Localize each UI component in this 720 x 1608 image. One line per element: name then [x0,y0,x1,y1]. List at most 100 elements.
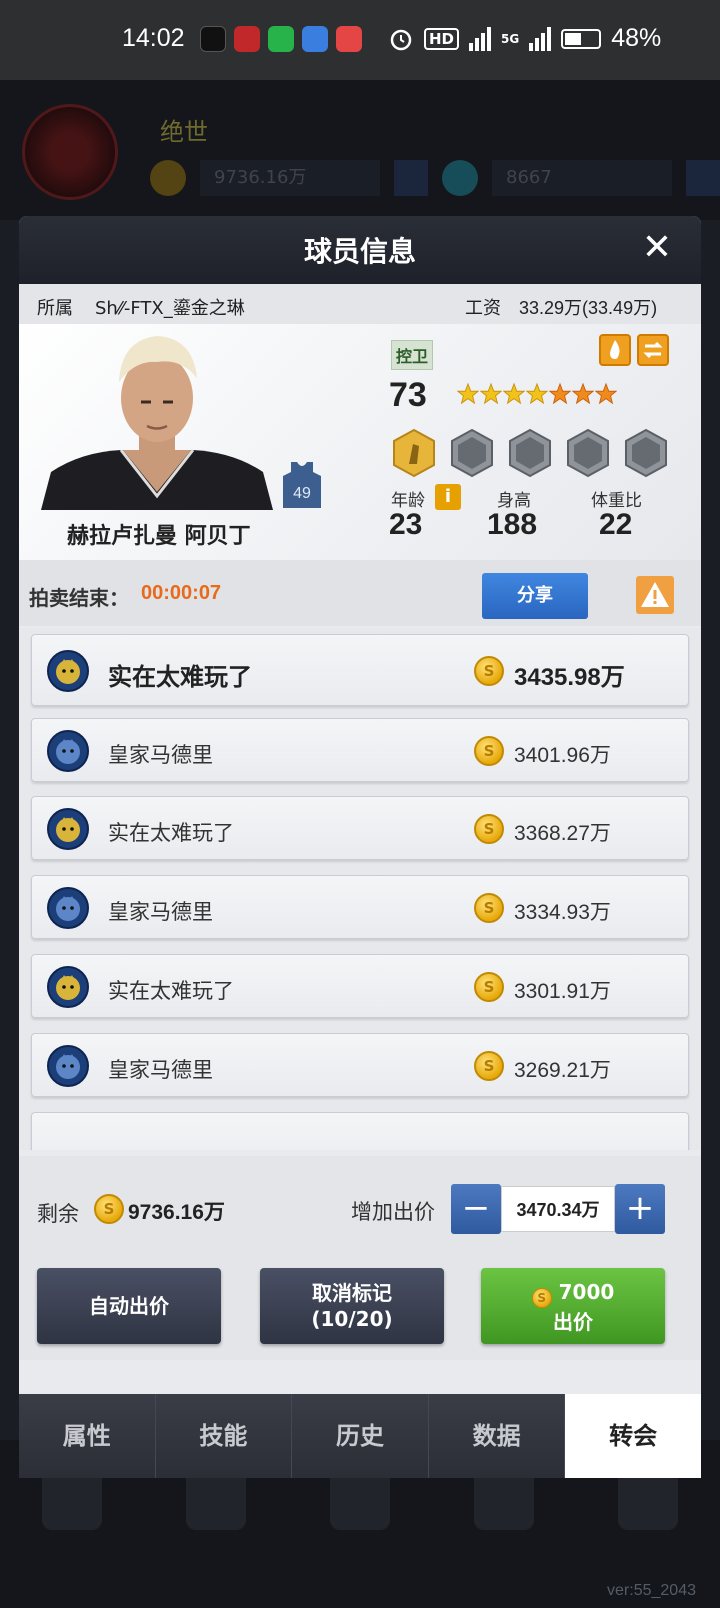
nav-icon [618,1470,678,1530]
add-coins-button [394,160,428,196]
coin-icon: S [474,656,504,686]
hd-icon: HD [424,27,460,50]
tab-attributes[interactable]: 属性 [19,1394,156,1478]
nav-icon [330,1470,390,1530]
place-bid-button[interactable]: S 7000 出价 [481,1268,665,1344]
warning-icon [641,582,669,607]
star-icon [549,382,571,405]
share-button[interactable]: 分享 [482,573,588,619]
app-icon [336,26,362,52]
background-nav-icons [0,1470,720,1530]
coin-icon: S [474,814,504,844]
player-name: 赫拉卢扎曼 阿贝丁 [67,524,251,549]
bid-amount-input[interactable]: 3470.34万 [501,1186,615,1232]
app-icon [268,26,294,52]
age-value: 23 [389,508,423,541]
background-currency-row: 9736.16万 8667 [150,160,720,196]
unmark-label: 取消标记 [312,1281,392,1305]
club-logo [22,104,118,200]
tiger-logo-icon [47,966,89,1008]
auction-row: 拍卖结束： 00:00:07 分享 [19,560,701,626]
star-rating [457,382,617,406]
increase-bid-button[interactable]: + [615,1184,665,1234]
star-icon [457,382,479,405]
tab-skills[interactable]: 技能 [156,1394,293,1478]
nav-icon [186,1470,246,1530]
badge-empty-icon [451,428,493,478]
fire-icon[interactable] [599,334,631,366]
owner-value: Sh⁄⁄-FTX_鎏金之琳 [95,298,245,319]
tiger-logo-icon [47,650,89,692]
bid-cost-value: 7000 [558,1280,615,1304]
coin-icon: S [94,1194,124,1224]
add-gems-button [686,160,720,196]
weight-value: 22 [599,508,633,541]
player-info-modal: 球员信息 ✕ 所属 Sh⁄⁄-FTX_鎏金之琳 工资 33.29万(33.49万… [19,216,701,1478]
tab-transfer[interactable]: 转会 [565,1394,701,1478]
position-tag: 控卫 [391,340,434,370]
bid-cost: S 7000 [481,1278,665,1308]
coin-icon: S [474,972,504,1002]
app-icon [302,26,328,52]
badge-empty-icon [625,428,667,478]
auction-end-label: 拍卖结束： [29,586,129,610]
bid-amount: 3334.93万 [514,901,611,924]
coin-icon: S [474,736,504,766]
nav-icon [42,1470,102,1530]
jersey-number: 49 [293,485,311,502]
status-time: 14:02 [122,24,185,52]
bid-row: 皇家马德里 S 3401.96万 [31,718,689,782]
notification-icons [200,26,362,52]
coin-icon: S [474,893,504,923]
wolf-logo-icon [47,887,89,929]
player-rating: 73 [389,376,427,414]
close-button[interactable]: ✕ [637,228,677,268]
star-icon [526,382,548,405]
badge-empty-icon [509,428,551,478]
bid-amount: 3301.91万 [514,980,611,1003]
unmark-button[interactable]: 取消标记 (10/20) [260,1268,444,1344]
bid-row-partial [31,1112,689,1150]
remaining-value: 9736.16万 [128,1201,225,1224]
tab-bar: 属性 技能 历史 数据 转会 [19,1394,701,1478]
background-gems: 8667 [492,160,672,196]
signal-icon [469,26,492,51]
bid-team-name: 实在太难玩了 [108,979,234,1003]
modal-title: 球员信息 [303,235,416,268]
raise-label: 增加出价 [351,1200,435,1224]
bid-team-name: 皇家马德里 [108,900,213,924]
decrease-bid-button[interactable]: − [451,1184,501,1234]
background-coins: 9736.16万 [200,160,380,196]
badge-empty-icon [567,428,609,478]
bid-row: 皇家马德里 S 3334.93万 [31,875,689,939]
remaining-label: 剩余 [37,1202,79,1226]
badge-row [391,428,669,478]
coin-icon [150,160,186,196]
coin-icon: S [531,1288,552,1308]
swap-icon[interactable] [637,334,669,366]
app-icon [234,26,260,52]
star-icon [595,382,617,405]
bid-row: 皇家马德里 S 3269.21万 [31,1033,689,1097]
gem-icon [442,160,478,196]
info-icon[interactable]: i [435,484,461,510]
bid-label: 出价 [553,1310,593,1334]
modal-header: 球员信息 ✕ [19,216,701,284]
star-icon [572,382,594,405]
app-icon [200,26,226,52]
jersey-icon: 49 [283,462,321,508]
bid-amount: 3401.96万 [514,744,611,767]
report-button[interactable] [636,576,674,614]
tiger-logo-icon [47,808,89,850]
owner-label: 所属 [37,298,73,319]
tab-history[interactable]: 历史 [292,1394,429,1478]
bid-amount: 3435.98万 [514,664,625,691]
bid-list[interactable]: 实在太难玩了 S 3435.98万 皇家马德里 S 3401.96万 实在太难玩了 S 3368… [19,628,701,1150]
salary-value: 33.29万(33.49万) [519,298,658,318]
bid-amount: 3368.27万 [514,822,611,845]
bid-row: 实在太难玩了 S 3301.91万 [31,954,689,1018]
auto-bid-button[interactable]: 自动出价 [37,1268,221,1344]
star-icon [503,382,525,405]
battery-percent: 48% [611,24,662,52]
tab-data[interactable]: 数据 [429,1394,566,1478]
